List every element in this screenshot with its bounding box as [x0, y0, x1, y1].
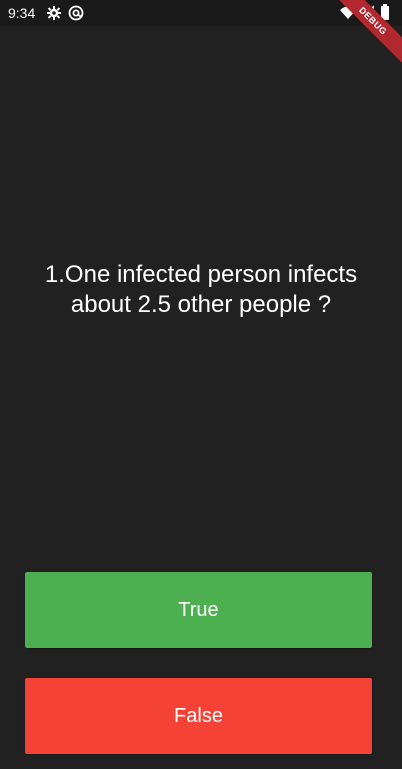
status-time: 9:34 [8, 5, 36, 21]
question-text: 1.One infected person infects about 2.5 … [44, 261, 358, 318]
true-button[interactable]: True [25, 572, 372, 648]
status-bar: 9:34 [0, 0, 402, 26]
at-sign-icon [68, 5, 84, 21]
false-button[interactable]: False [25, 678, 372, 754]
app-screen: 9:34 DEBUG 1.One infected person infects… [0, 0, 402, 769]
gear-icon [46, 5, 62, 21]
